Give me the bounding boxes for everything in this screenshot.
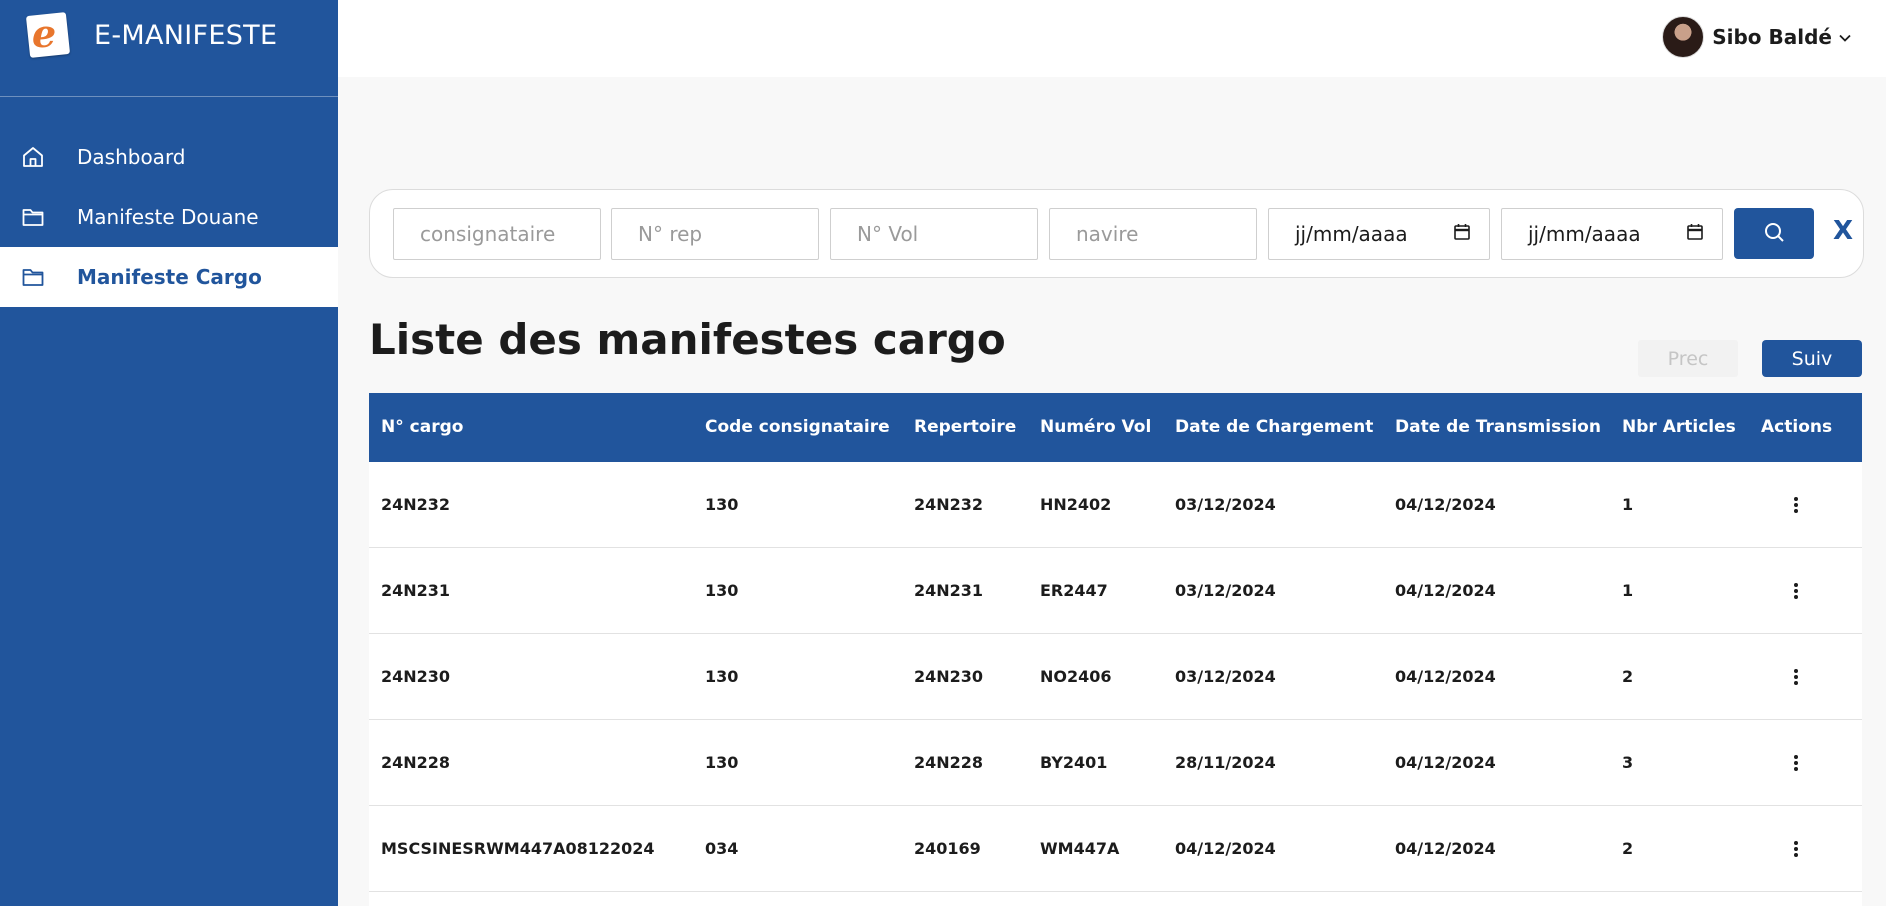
user-menu[interactable]: Sibo Baldé [1662, 16, 1852, 58]
cell-article-count: 3 [1622, 753, 1634, 772]
column-header: Actions [1761, 417, 1833, 437]
consignataire-input[interactable]: consignataire [393, 208, 601, 260]
calendar-icon[interactable] [1686, 222, 1704, 246]
next-page-button[interactable]: Suiv [1762, 340, 1862, 377]
cell-transmission-date: 04/12/2024 [1395, 753, 1496, 772]
column-header: Date de Chargement [1175, 417, 1374, 437]
app-title: E-MANIFESTE [94, 19, 278, 51]
vol-number-input[interactable]: N° Vol [830, 208, 1038, 260]
cell-transmission-date: 04/12/2024 [1395, 839, 1496, 858]
table-row[interactable]: 24N231 130 24N231 ER2447 03/12/2024 04/1… [369, 548, 1862, 634]
calendar-icon[interactable] [1453, 222, 1471, 246]
date-to-value: jj/mm/aaaa [1528, 222, 1641, 246]
avatar [1662, 16, 1705, 58]
sidebar-item-manifeste-cargo[interactable]: Manifeste Cargo [0, 247, 338, 307]
date-to-input[interactable]: jj/mm/aaaa [1501, 208, 1723, 260]
column-header: Repertoire [914, 417, 1017, 437]
search-icon [1762, 220, 1786, 248]
cell-cargo-number: MSCSINESRWM447A08122024 [381, 839, 655, 858]
sidebar-item-label: Manifeste Douane [77, 205, 259, 229]
cell-loading-date: 03/12/2024 [1175, 581, 1276, 600]
cell-cargo-number: 24N231 [381, 581, 451, 600]
chevron-down-icon [1838, 30, 1852, 49]
folder-icon [20, 204, 46, 230]
cell-article-count: 1 [1622, 581, 1634, 600]
cell-repertoire: 24N228 [914, 753, 984, 772]
date-from-value: jj/mm/aaaa [1295, 222, 1408, 246]
cell-cargo-number: 24N228 [381, 753, 451, 772]
cell-article-count: 2 [1622, 839, 1634, 858]
cell-consignee-code: 130 [705, 667, 739, 686]
sidebar-item-label: Manifeste Cargo [77, 265, 262, 289]
e-manifeste-logo-icon: e [24, 10, 74, 60]
prev-page-button[interactable]: Prec [1638, 340, 1738, 377]
cell-loading-date: 03/12/2024 [1175, 495, 1276, 514]
column-header: N° cargo [381, 417, 464, 437]
cell-loading-date: 04/12/2024 [1175, 839, 1276, 858]
table-row[interactable]: 24N230 130 24N230 NO2406 03/12/2024 04/1… [369, 634, 1862, 720]
column-header: Numéro Vol [1040, 417, 1152, 437]
cell-repertoire: 24N230 [914, 667, 984, 686]
navire-input[interactable]: navire [1049, 208, 1257, 260]
more-actions-icon[interactable] [1786, 667, 1806, 687]
cell-flight-number: ER2447 [1040, 581, 1108, 600]
cell-consignee-code: 130 [705, 495, 739, 514]
sidebar-item-label: Dashboard [77, 145, 186, 169]
sidebar-nav: Dashboard Manifeste Douane Manifeste Car… [0, 127, 338, 307]
date-from-input[interactable]: jj/mm/aaaa [1268, 208, 1490, 260]
table-row[interactable] [369, 892, 1862, 906]
cell-loading-date: 03/12/2024 [1175, 667, 1276, 686]
more-actions-icon[interactable] [1786, 839, 1806, 859]
cell-transmission-date: 04/12/2024 [1395, 495, 1496, 514]
brand: e E-MANIFESTE [0, 0, 338, 97]
column-header: Code consignataire [705, 417, 890, 437]
cell-flight-number: BY2401 [1040, 753, 1108, 772]
user-name: Sibo Baldé [1712, 25, 1832, 49]
cell-consignee-code: 130 [705, 753, 739, 772]
cell-consignee-code: 130 [705, 581, 739, 600]
table-row[interactable]: 24N228 130 24N228 BY2401 28/11/2024 04/1… [369, 720, 1862, 806]
cell-repertoire: 24N231 [914, 581, 984, 600]
cell-article-count: 2 [1622, 667, 1634, 686]
sidebar-item-dashboard[interactable]: Dashboard [0, 127, 338, 187]
cell-loading-date: 28/11/2024 [1175, 753, 1276, 772]
cell-flight-number: HN2402 [1040, 495, 1112, 514]
rep-number-input[interactable]: N° rep [611, 208, 819, 260]
column-header: Nbr Articles [1622, 417, 1736, 437]
top-bar: Sibo Baldé [338, 0, 1886, 77]
more-actions-icon[interactable] [1786, 753, 1806, 773]
sidebar-item-manifeste-douane[interactable]: Manifeste Douane [0, 187, 338, 247]
cargo-manifest-table: N° cargo Code consignataire Repertoire N… [369, 393, 1862, 906]
cell-repertoire: 240169 [914, 839, 981, 858]
sidebar: e E-MANIFESTE Dashboard Manifeste Douane [0, 0, 338, 906]
column-header: Date de Transmission [1395, 417, 1601, 437]
table-row[interactable]: 24N232 130 24N232 HN2402 03/12/2024 04/1… [369, 462, 1862, 548]
filter-bar: consignataire N° rep N° Vol navire jj/mm… [369, 189, 1864, 278]
cell-cargo-number: 24N230 [381, 667, 451, 686]
cell-flight-number: WM447A [1040, 839, 1120, 858]
cell-flight-number: NO2406 [1040, 667, 1112, 686]
search-button[interactable] [1734, 208, 1814, 259]
cell-consignee-code: 034 [705, 839, 739, 858]
page-title: Liste des manifestes cargo [369, 315, 1006, 364]
cell-article-count: 1 [1622, 495, 1634, 514]
clear-filters-button[interactable]: X [1833, 216, 1853, 246]
more-actions-icon[interactable] [1786, 581, 1806, 601]
more-actions-icon[interactable] [1786, 495, 1806, 515]
cell-cargo-number: 24N232 [381, 495, 451, 514]
table-header: N° cargo Code consignataire Repertoire N… [369, 393, 1862, 462]
home-icon [20, 144, 46, 170]
cell-transmission-date: 04/12/2024 [1395, 581, 1496, 600]
cell-repertoire: 24N232 [914, 495, 984, 514]
table-row[interactable]: MSCSINESRWM447A08122024 034 240169 WM447… [369, 806, 1862, 892]
folder-icon [20, 264, 46, 290]
cell-transmission-date: 04/12/2024 [1395, 667, 1496, 686]
